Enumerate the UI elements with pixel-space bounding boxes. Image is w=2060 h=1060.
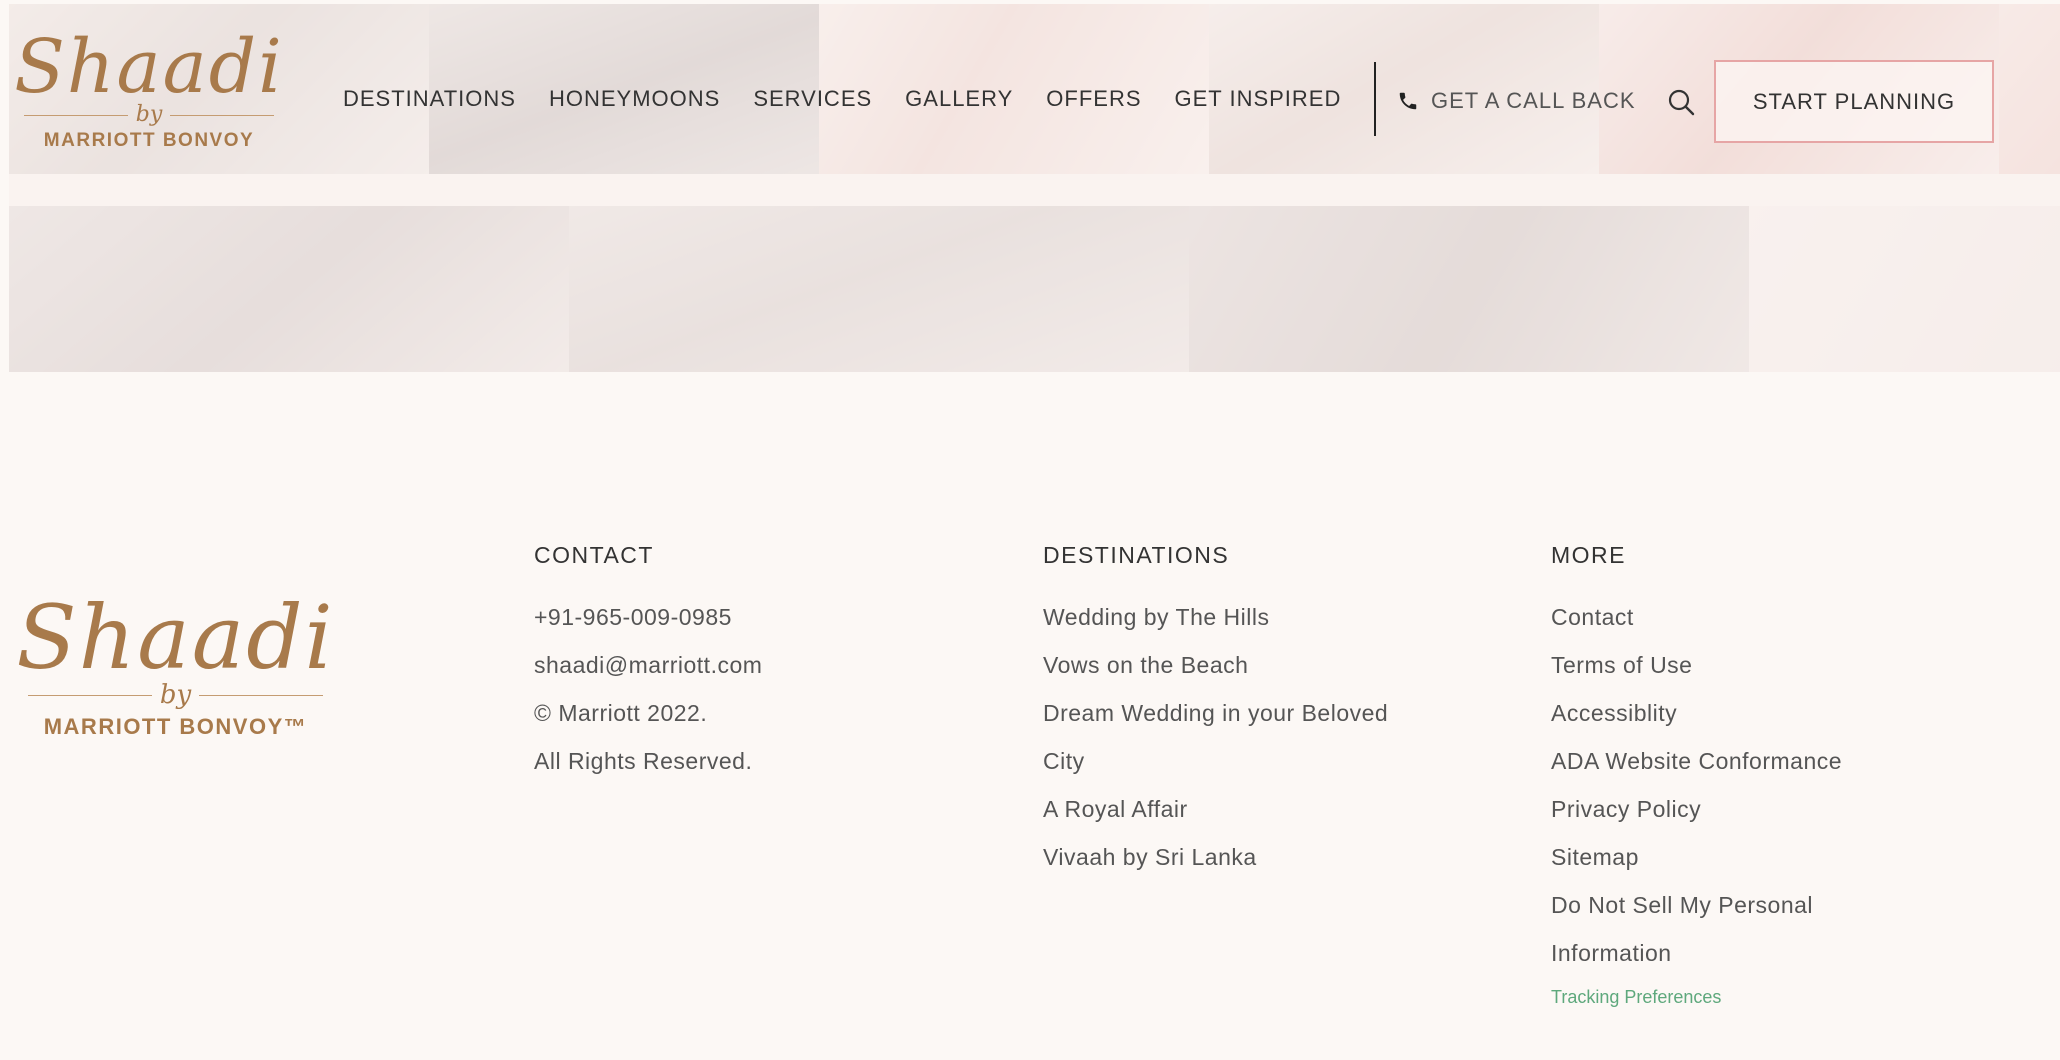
nav-offers[interactable]: OFFERS: [1046, 86, 1141, 112]
start-planning-button[interactable]: START PLANNING: [1714, 60, 1994, 143]
footer-contact-column: CONTACT +91-965-009-0985 shaadi@marriott…: [534, 542, 762, 785]
nav-get-inspired[interactable]: GET INSPIRED: [1175, 86, 1342, 112]
main-nav: DESTINATIONS HONEYMOONS SERVICES GALLERY…: [343, 86, 1341, 112]
footer-link-do-not-sell[interactable]: Do Not Sell My Personal: [1551, 881, 1842, 929]
footer-logo[interactable]: Shaadi by MARRIOTT BONVOY™: [16, 594, 332, 740]
footer-link-vows-beach[interactable]: Vows on the Beach: [1043, 641, 1388, 689]
contact-email-link[interactable]: shaadi@marriott.com: [534, 641, 762, 689]
footer-link-dream-wedding[interactable]: Dream Wedding in your Beloved: [1043, 689, 1388, 737]
tracking-preferences-link[interactable]: Tracking Preferences: [1551, 977, 1842, 1017]
footer-link-vivaah-sri-lanka[interactable]: Vivaah by Sri Lanka: [1043, 833, 1388, 881]
logo-script: Shaadi: [16, 586, 335, 689]
footer-link-dream-wedding-city[interactable]: City: [1043, 737, 1388, 785]
site-footer: Shaadi by MARRIOTT BONVOY™ CONTACT +91-9…: [0, 372, 2060, 1060]
logo-rule: [199, 694, 323, 696]
footer-more-column: MORE Contact Terms of Use Accessiblity A…: [1551, 542, 1842, 1017]
footer-link-sitemap[interactable]: Sitemap: [1551, 833, 1842, 881]
logo-by: by: [135, 102, 163, 127]
logo-rule: [28, 694, 152, 696]
destinations-heading: DESTINATIONS: [1043, 542, 1230, 568]
copyright-text: © Marriott 2022.: [534, 700, 708, 726]
footer-link-terms[interactable]: Terms of Use: [1551, 641, 1842, 689]
logo-brand: MARRIOTT BONVOY: [43, 130, 255, 151]
nav-gallery[interactable]: GALLERY: [905, 86, 1013, 112]
phone-icon: [1399, 92, 1417, 110]
nav-destinations[interactable]: DESTINATIONS: [343, 86, 516, 112]
nav-services[interactable]: SERVICES: [753, 86, 872, 112]
contact-phone-link[interactable]: +91-965-009-0985: [534, 593, 762, 641]
call-back-label: GET A CALL BACK: [1431, 88, 1636, 113]
nav-honeymoons[interactable]: HONEYMOONS: [549, 86, 720, 112]
logo-rule: [170, 114, 275, 116]
header-logo[interactable]: Shaadi by MARRIOTT BONVOY: [14, 30, 282, 152]
search-button[interactable]: [1666, 87, 1696, 117]
footer-link-privacy[interactable]: Privacy Policy: [1551, 785, 1842, 833]
logo-script: Shaadi: [14, 24, 284, 110]
logo-rule: [24, 114, 128, 116]
logo-by-line: by: [28, 682, 323, 708]
logo-by: by: [159, 680, 192, 710]
contact-heading: CONTACT: [534, 542, 654, 568]
logo-by-line: by: [24, 102, 275, 127]
footer-link-do-not-sell-info[interactable]: Information: [1551, 929, 1842, 977]
rights-text: All Rights Reserved.: [534, 748, 753, 774]
footer-link-contact[interactable]: Contact: [1551, 593, 1842, 641]
footer-link-wedding-hills[interactable]: Wedding by The Hills: [1043, 593, 1388, 641]
footer-destinations-column: DESTINATIONS Wedding by The Hills Vows o…: [1043, 542, 1388, 881]
logo-brand: MARRIOTT BONVOY™: [43, 714, 308, 739]
footer-link-royal-affair[interactable]: A Royal Affair: [1043, 785, 1388, 833]
call-back-link[interactable]: GET A CALL BACK: [1397, 88, 1636, 114]
footer-link-ada[interactable]: ADA Website Conformance: [1551, 737, 1842, 785]
footer-link-accessibility[interactable]: Accessiblity: [1551, 689, 1842, 737]
site-header: Shaadi by MARRIOTT BONVOY DESTINATIONS H…: [0, 0, 2060, 180]
nav-divider: [1374, 62, 1376, 136]
more-heading: MORE: [1551, 542, 1626, 568]
search-icon: [1668, 89, 1695, 116]
